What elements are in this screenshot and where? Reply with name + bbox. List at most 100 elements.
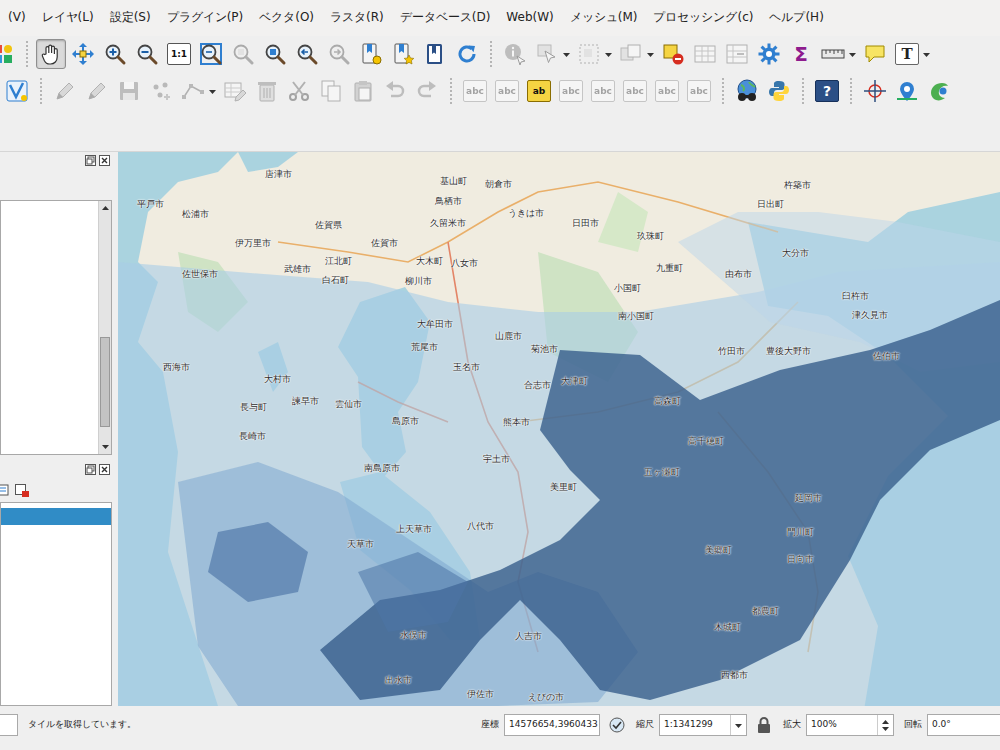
zoom-full-button[interactable] — [196, 39, 226, 69]
metasearch-button[interactable] — [732, 76, 762, 106]
place-label: 佐賀市 — [371, 239, 398, 249]
sigma-button[interactable]: Σ — [786, 39, 816, 69]
redo-button[interactable] — [412, 76, 442, 106]
edit-attr-button[interactable] — [220, 76, 250, 106]
locator-field[interactable] — [0, 714, 18, 736]
place-label: 大津町 — [561, 377, 588, 387]
label-button[interactable]: abc — [652, 76, 682, 106]
label-button[interactable]: abc — [460, 76, 490, 106]
label-button[interactable]: abc — [620, 76, 650, 106]
deselect-button[interactable] — [616, 39, 646, 69]
menu-item[interactable]: データベース(D) — [392, 10, 499, 26]
zoom-layer-button[interactable] — [260, 39, 290, 69]
zoom-native-button[interactable]: 1:1 — [164, 39, 194, 69]
pan-button[interactable] — [36, 39, 66, 69]
measure-button[interactable] — [818, 39, 848, 69]
crosshair-button[interactable] — [860, 76, 890, 106]
scrollbar[interactable] — [98, 201, 111, 454]
pencil-button[interactable] — [82, 76, 112, 106]
dropdown-arrow[interactable] — [922, 39, 931, 69]
zoom-out-icon — [135, 42, 159, 66]
node-button[interactable] — [178, 76, 208, 106]
field-calc-button[interactable] — [722, 39, 752, 69]
coord-button[interactable] — [892, 76, 922, 106]
paste-button[interactable] — [348, 76, 378, 106]
float-icon[interactable] — [85, 464, 96, 475]
menu-item[interactable]: 設定(S) — [102, 10, 159, 26]
dropdown-arrow[interactable] — [604, 39, 613, 69]
label-button[interactable]: abc — [492, 76, 522, 106]
menu-item[interactable]: ベクタ(O) — [251, 10, 322, 26]
browser-list[interactable] — [0, 200, 112, 455]
map-canvas[interactable]: 唐津市基山町朝倉市杵築市平戸市鳥栖市日出町松浦市うきは市日田市佐賀県久留米市玖珠… — [118, 152, 1000, 706]
refresh-button[interactable] — [452, 39, 482, 69]
save-button[interactable] — [114, 76, 144, 106]
menu-item[interactable]: ラスタ(R) — [322, 10, 392, 26]
zoom-select-button[interactable] — [228, 39, 258, 69]
magnifier-spin[interactable]: 100% — [806, 714, 894, 736]
label-on-button[interactable]: ab — [524, 76, 554, 106]
scroll-thumb[interactable] — [100, 337, 110, 427]
gear-button[interactable] — [754, 39, 784, 69]
select-button[interactable] — [532, 39, 562, 69]
bookmark-button[interactable] — [420, 39, 450, 69]
menu-item[interactable]: プラグイン(P) — [159, 10, 252, 26]
pan-select-button[interactable] — [68, 39, 98, 69]
rotation-field[interactable]: 0.0° — [927, 714, 1000, 736]
zoom-last-button[interactable] — [292, 39, 322, 69]
layers-list[interactable] — [0, 502, 112, 706]
label-button[interactable]: abc — [556, 76, 586, 106]
delete-button[interactable] — [252, 76, 282, 106]
scale-dropdown[interactable] — [730, 715, 746, 735]
pencil-button[interactable] — [50, 76, 80, 106]
zoom-out-button[interactable] — [132, 39, 162, 69]
menu-item[interactable]: Web(W) — [498, 10, 561, 26]
dropdown-arrow[interactable] — [646, 39, 655, 69]
undo-button[interactable] — [380, 76, 410, 106]
scale-combo[interactable]: 1:1341299 — [659, 714, 747, 736]
menu-item[interactable]: レイヤ(L) — [34, 10, 102, 26]
bookmark-show-button[interactable] — [388, 39, 418, 69]
scroll-up-icon — [99, 201, 112, 214]
place-label: 佐伯市 — [873, 352, 900, 362]
add-point-button[interactable] — [146, 76, 176, 106]
menu-item[interactable]: (V) — [0, 10, 34, 26]
place-label: 雲仙市 — [335, 400, 362, 410]
layer-row[interactable] — [1, 508, 111, 525]
menu-item[interactable]: メッシュ(M) — [562, 10, 646, 26]
zoom-next-button[interactable] — [324, 39, 354, 69]
layer-list-icon — [0, 482, 10, 498]
plugin-button[interactable] — [924, 76, 954, 106]
close-icon[interactable] — [99, 155, 110, 166]
coordinate-field[interactable]: 14576654,3960433 — [504, 714, 600, 736]
dropdown-arrow[interactable] — [562, 39, 571, 69]
copy-button[interactable] — [316, 76, 346, 106]
identify-button[interactable] — [500, 39, 530, 69]
dropdown-arrow[interactable] — [208, 76, 217, 106]
status-right: 座標14576654,3960433縮尺1:1341299拡大100%回転0.0… — [471, 714, 1000, 736]
digitize-button[interactable] — [2, 76, 32, 106]
menu-item[interactable]: ヘルプ(H) — [761, 10, 831, 26]
label-button[interactable]: abc — [684, 76, 714, 106]
close-icon[interactable] — [99, 464, 110, 475]
spin-arrows[interactable] — [877, 715, 893, 735]
python-button[interactable] — [764, 76, 794, 106]
deselect-all-button[interactable] — [658, 39, 688, 69]
annotation-button[interactable] — [860, 39, 890, 69]
select-area-button[interactable] — [574, 39, 604, 69]
cut-button[interactable] — [284, 76, 314, 106]
style-button[interactable] — [0, 39, 18, 69]
text-button[interactable]: T — [892, 39, 922, 69]
dropdown-arrow[interactable] — [848, 39, 857, 69]
bookmark-icon — [423, 42, 447, 66]
measure-icon — [821, 42, 845, 66]
help-button[interactable]: ? — [812, 76, 842, 106]
bookmark-new-button[interactable] — [356, 39, 386, 69]
label-button[interactable]: abc — [588, 76, 618, 106]
menu-item[interactable]: プロセッシング(c) — [645, 10, 761, 26]
float-icon[interactable] — [85, 155, 96, 166]
zoom-in-button[interactable] — [100, 39, 130, 69]
coordinate-label: 座標 — [481, 718, 499, 732]
table-button[interactable] — [690, 39, 720, 69]
scroll-down-icon — [99, 441, 112, 454]
